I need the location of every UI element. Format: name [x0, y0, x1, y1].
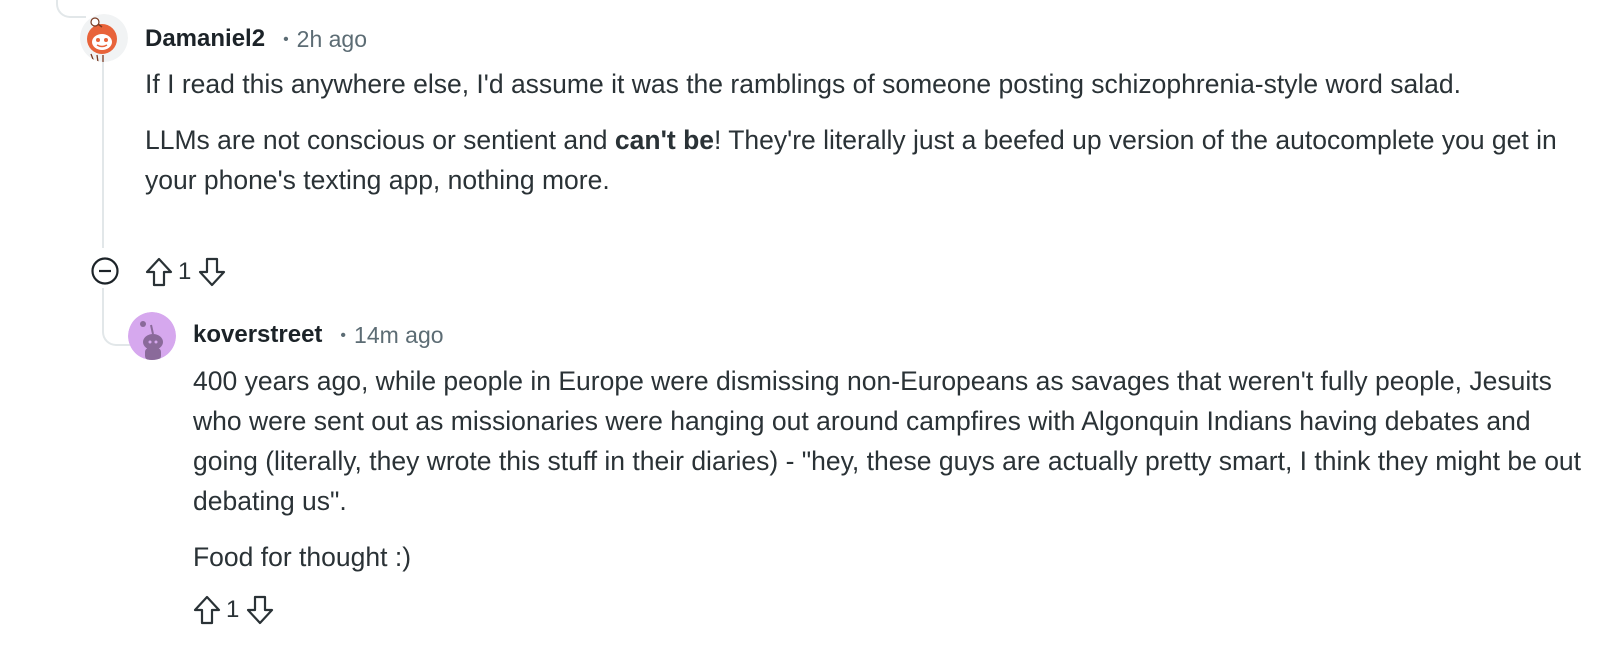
author-name[interactable]: Damaniel2: [145, 25, 265, 53]
reddit-snoo-orange-avatar-icon: [80, 14, 128, 62]
bold-text: can't be: [614, 125, 714, 155]
arrow-up-outline-icon: [145, 257, 173, 287]
timestamp[interactable]: 2h ago: [297, 26, 367, 53]
collapse-thread-button[interactable]: [88, 254, 122, 288]
vote-score: 1: [178, 258, 192, 285]
comment-actions: 1: [142, 252, 229, 292]
comment-paragraph: LLMs are not conscious or sentient and c…: [145, 120, 1565, 200]
thread-line-reply[interactable]: [102, 288, 130, 346]
comment-meta: Damaniel2 • 2h ago: [145, 24, 367, 54]
downvote-button[interactable]: [243, 592, 277, 628]
vote-score: 1: [226, 596, 240, 623]
author-name[interactable]: koverstreet: [193, 321, 322, 349]
comment-actions: 1: [190, 590, 277, 630]
avatar[interactable]: [128, 312, 176, 360]
comment-body: If I read this anywhere else, I'd assume…: [145, 64, 1565, 200]
comment-paragraph: 400 years ago, while people in Europe we…: [193, 366, 1582, 516]
comment-paragraph: Food for thought :): [193, 542, 412, 572]
timestamp[interactable]: 14m ago: [354, 322, 444, 349]
reddit-snoo-purple-avatar-icon: [128, 312, 176, 360]
arrow-up-outline-icon: [193, 595, 221, 625]
meta-separator: •: [340, 327, 347, 344]
text-run: LLMs are not conscious or sentient and: [145, 125, 615, 155]
arrow-down-outline-icon: [199, 257, 226, 287]
thread-line[interactable]: [102, 60, 104, 248]
thread-line-parent: [56, 0, 86, 18]
comment-thread: Damaniel2 • 2h ago If I read this anywhe…: [0, 0, 1624, 659]
comment-body: 400 years ago, while people in Europe we…: [193, 361, 1593, 577]
meta-separator: •: [283, 31, 289, 48]
comment-meta: koverstreet • 14m ago: [193, 320, 444, 350]
upvote-button[interactable]: [190, 592, 224, 628]
upvote-button[interactable]: [142, 254, 176, 290]
comment-paragraph: If I read this anywhere else, I'd assume…: [145, 69, 1461, 99]
minus-circle-icon: [91, 257, 119, 285]
arrow-down-outline-icon: [247, 595, 274, 625]
avatar[interactable]: [80, 14, 128, 62]
downvote-button[interactable]: [195, 254, 229, 290]
